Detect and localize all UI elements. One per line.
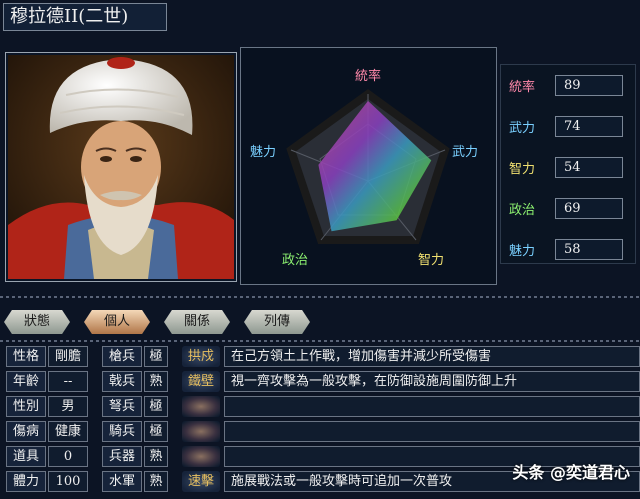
profile-value: 剛膽 (48, 346, 88, 367)
profile-value: 男 (48, 396, 88, 417)
skill-description: 在己方領土上作戰，增加傷害并減少所受傷害 (224, 346, 640, 367)
stat-row-politics: 政治 69 (507, 198, 631, 220)
aptitude-value: 極 (144, 346, 168, 367)
attribute-stats-panel: 統率 89 武力 74 智力 54 政治 69 魅力 58 (500, 64, 636, 264)
radar-axis-label-2: 智力 (418, 253, 444, 268)
profile-label: 道具 (6, 446, 46, 467)
profile-label: 體力 (6, 471, 46, 492)
stat-label: 武力 (509, 121, 536, 136)
watermark: 头条 @奕道君心 (512, 463, 630, 482)
skill-name[interactable]: 速擊 (182, 471, 220, 492)
aptitude-label: 弩兵 (102, 396, 142, 417)
aptitude-label: 水軍 (102, 471, 142, 492)
skill-slot-empty (182, 421, 220, 442)
radar-axis-label-4: 魅力 (250, 145, 276, 160)
aptitude-value: 極 (144, 421, 168, 442)
profile-value: -- (48, 371, 88, 392)
officer-name-title: 穆拉德II(二世) (3, 3, 167, 31)
skill-description: 視一齊攻擊為一般攻擊，在防御設施周圍防御上升 (224, 371, 640, 392)
skill-slot-empty (182, 396, 220, 417)
aptitude-label: 戟兵 (102, 371, 142, 392)
stat-value: 74 (555, 116, 623, 137)
tab-biography[interactable]: 列傳 (244, 310, 310, 334)
profile-value: 0 (48, 446, 88, 467)
profile-value: 100 (48, 471, 88, 492)
profile-value: 健康 (48, 421, 88, 442)
stat-label: 政治 (509, 203, 536, 218)
aptitude-value: 熟 (144, 446, 168, 467)
stat-value: 58 (555, 239, 623, 260)
divider (0, 296, 640, 298)
stat-label: 統率 (509, 80, 536, 95)
portrait-image (8, 55, 234, 279)
aptitude-label: 槍兵 (102, 346, 142, 367)
aptitude-value: 極 (144, 396, 168, 417)
divider (0, 340, 640, 342)
radar-axis-label-0: 統率 (355, 68, 381, 84)
stat-row-charisma: 魅力 58 (507, 239, 631, 261)
stat-row-intelligence: 智力 54 (507, 157, 631, 179)
profile-label: 傷病 (6, 421, 46, 442)
stat-value: 89 (555, 75, 623, 96)
attribute-radar-chart: 統率 武力 智力 政治 魅力 (240, 47, 497, 285)
tab-bar: 狀態 個人 關係 列傳 (0, 308, 640, 338)
skill-slot-empty (182, 446, 220, 467)
skill-description (224, 421, 640, 442)
stat-row-war: 武力 74 (507, 116, 631, 138)
profile-label: 年齡 (6, 371, 46, 392)
aptitude-value: 熟 (144, 371, 168, 392)
skill-name[interactable]: 鐵壁 (182, 371, 220, 392)
radar-axis-label-1: 武力 (452, 145, 478, 160)
profile-label: 性別 (6, 396, 46, 417)
stat-row-leadership: 統率 89 (507, 75, 631, 97)
tab-relations[interactable]: 關係 (164, 310, 230, 334)
profile-label: 性格 (6, 346, 46, 367)
officer-portrait (5, 52, 237, 282)
skill-description (224, 396, 640, 417)
stat-value: 69 (555, 198, 623, 219)
aptitude-value: 熟 (144, 471, 168, 492)
stat-label: 魅力 (509, 244, 536, 259)
stat-label: 智力 (509, 162, 536, 177)
stat-value: 54 (555, 157, 623, 178)
skill-name[interactable]: 拱戍 (182, 346, 220, 367)
tab-personal[interactable]: 個人 (84, 310, 150, 334)
aptitude-label: 兵器 (102, 446, 142, 467)
tab-status[interactable]: 狀態 (4, 310, 70, 334)
aptitude-label: 騎兵 (102, 421, 142, 442)
radar-axis-label-3: 政治 (282, 253, 308, 268)
